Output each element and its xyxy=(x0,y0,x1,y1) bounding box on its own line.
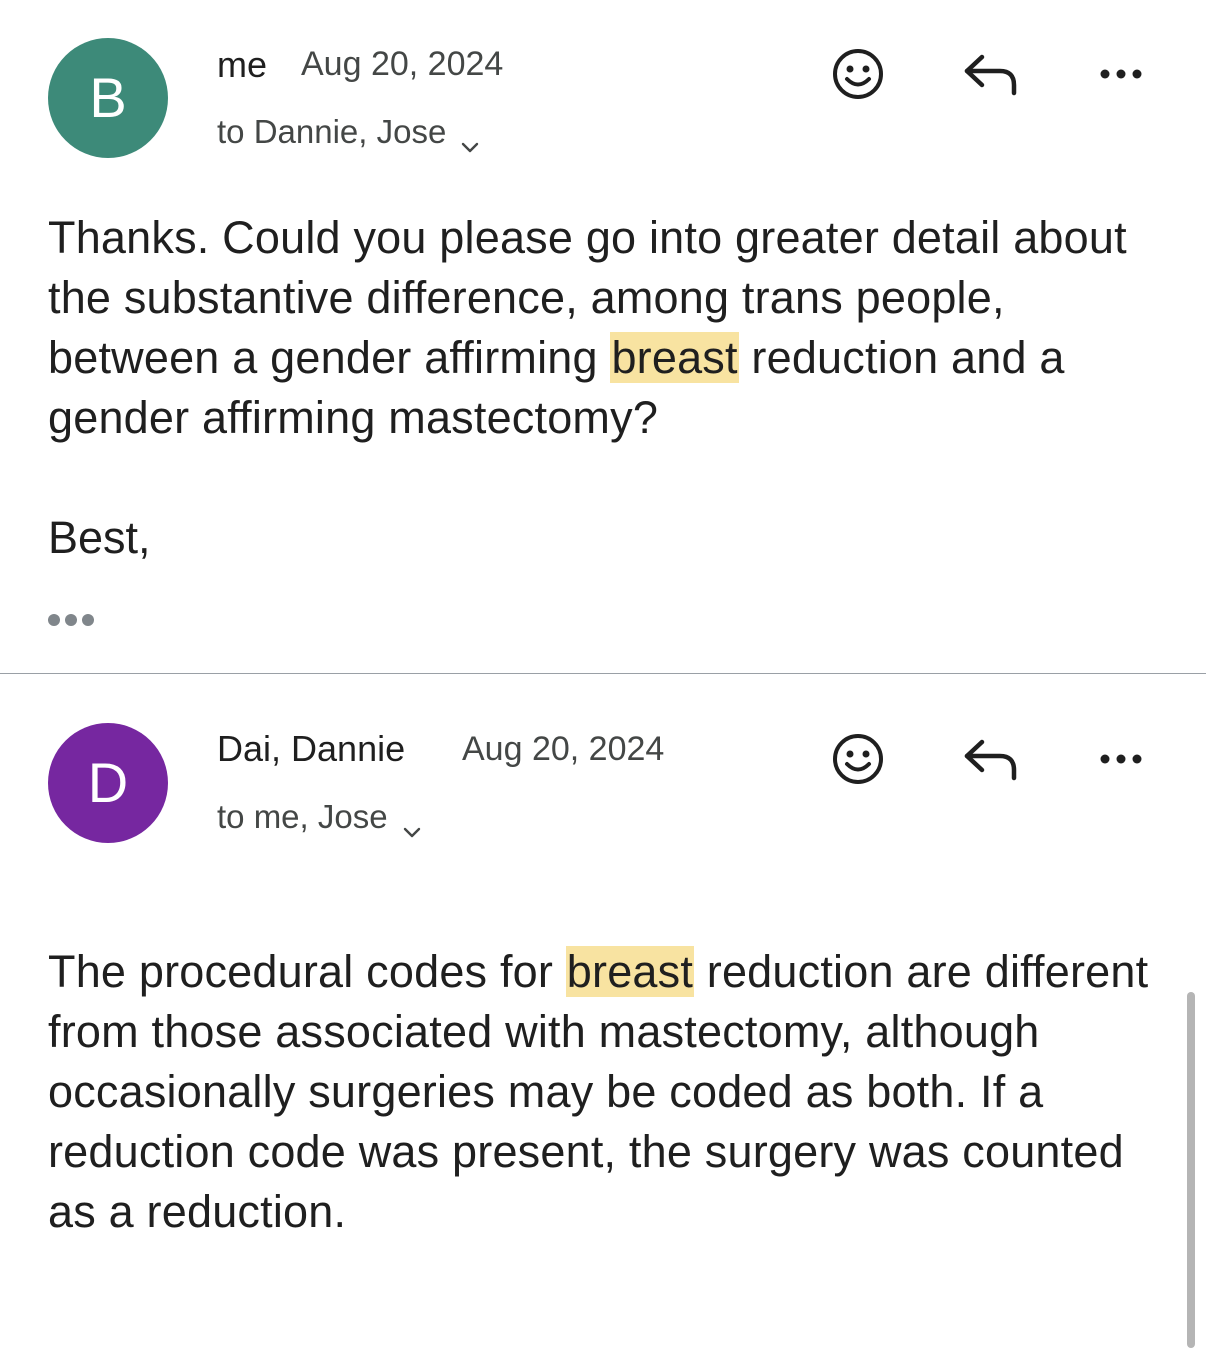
more-options-icon xyxy=(1100,754,1142,764)
email-message-2: D Dai, Dannie Aug 20, 2024 to me, Jose T… xyxy=(0,674,1206,1349)
dot-icon xyxy=(48,614,60,626)
reply-icon xyxy=(964,54,1017,96)
dot-icon xyxy=(82,614,94,626)
smiley-icon xyxy=(833,734,883,784)
sender-avatar[interactable]: B xyxy=(48,38,168,158)
recipients-toggle[interactable]: to Dannie, Jose xyxy=(217,113,480,153)
recipients-label: to me, Jose xyxy=(217,798,388,835)
search-highlight: breast xyxy=(610,332,739,383)
recipients-label: to Dannie, Jose xyxy=(217,113,447,150)
chevron-down-icon xyxy=(402,810,422,838)
message-date: Aug 20, 2024 xyxy=(462,730,665,768)
message-signoff: Best, xyxy=(48,512,151,563)
more-options-button[interactable] xyxy=(1089,42,1153,106)
smiley-icon xyxy=(833,49,883,99)
reply-icon xyxy=(964,739,1017,781)
add-reaction-button[interactable] xyxy=(826,727,890,791)
recipients-toggle[interactable]: to me, Jose xyxy=(217,798,422,838)
more-options-icon xyxy=(1100,69,1142,79)
email-message-1: B me Aug 20, 2024 to Dannie, Jose Thanks… xyxy=(0,0,1206,673)
add-reaction-button[interactable] xyxy=(826,42,890,106)
more-options-button[interactable] xyxy=(1089,727,1153,791)
dot-icon xyxy=(65,614,77,626)
sender-name[interactable]: Dai, Dannie xyxy=(217,728,405,770)
sender-avatar[interactable]: D xyxy=(48,723,168,843)
message-body: Thanks. Could you please go into greater… xyxy=(48,208,1158,448)
search-highlight: breast xyxy=(565,946,695,997)
message-body: The procedural codes for breast reductio… xyxy=(48,942,1158,1242)
scrollbar-thumb[interactable] xyxy=(1187,992,1195,1348)
body-text-part: The procedural codes for xyxy=(48,946,566,997)
reply-button[interactable] xyxy=(958,42,1022,106)
sender-name[interactable]: me xyxy=(217,44,267,86)
show-trimmed-content-button[interactable] xyxy=(48,610,108,630)
reply-button[interactable] xyxy=(958,727,1022,791)
chevron-down-icon xyxy=(460,125,480,153)
message-date: Aug 20, 2024 xyxy=(301,45,504,83)
